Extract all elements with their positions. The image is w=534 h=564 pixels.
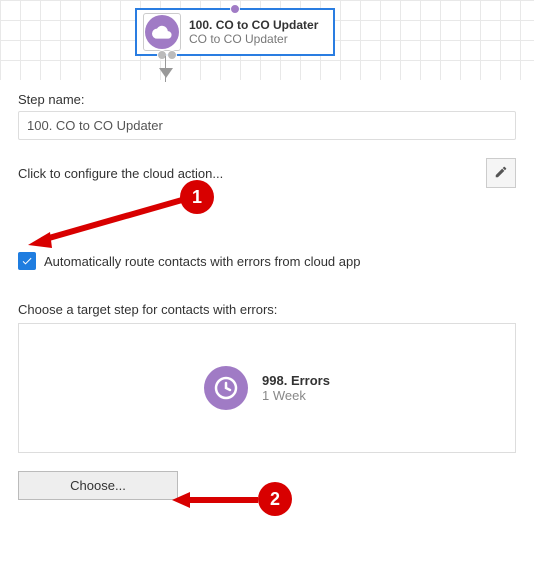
choose-button[interactable]: Choose... bbox=[18, 471, 178, 500]
pencil-icon bbox=[494, 165, 508, 182]
node-title: 100. CO to CO Updater bbox=[189, 18, 318, 32]
target-step-box: 998. Errors 1 Week bbox=[18, 323, 516, 453]
annotation-badge-2: 2 bbox=[258, 482, 292, 516]
target-step-subtitle: 1 Week bbox=[262, 388, 330, 403]
check-icon bbox=[21, 255, 33, 267]
annotation-badge-1: 1 bbox=[180, 180, 214, 214]
target-step-label: Choose a target step for contacts with e… bbox=[18, 302, 516, 317]
canvas-step-node[interactable]: 100. CO to CO Updater CO to CO Updater bbox=[135, 8, 335, 56]
node-port-bottom-2[interactable] bbox=[167, 50, 177, 60]
target-step-node[interactable]: 998. Errors 1 Week bbox=[204, 366, 330, 410]
configure-text: Click to configure the cloud action... bbox=[18, 166, 223, 181]
node-icon-frame bbox=[143, 13, 181, 51]
canvas-area: 100. CO to CO Updater CO to CO Updater bbox=[0, 0, 534, 80]
clock-icon bbox=[204, 366, 248, 410]
auto-route-checkbox[interactable] bbox=[18, 252, 36, 270]
auto-route-label: Automatically route contacts with errors… bbox=[44, 254, 360, 269]
node-subtitle: CO to CO Updater bbox=[189, 32, 318, 46]
edit-button[interactable] bbox=[486, 158, 516, 188]
cloud-icon bbox=[145, 15, 179, 49]
step-name-input[interactable] bbox=[18, 111, 516, 140]
annotation-arrow-1 bbox=[22, 190, 187, 250]
target-step-title: 998. Errors bbox=[262, 373, 330, 388]
annotation-arrow-2 bbox=[168, 490, 268, 510]
step-name-label: Step name: bbox=[18, 92, 516, 107]
connector-arrowhead bbox=[159, 68, 173, 78]
node-port-top[interactable] bbox=[230, 4, 240, 14]
